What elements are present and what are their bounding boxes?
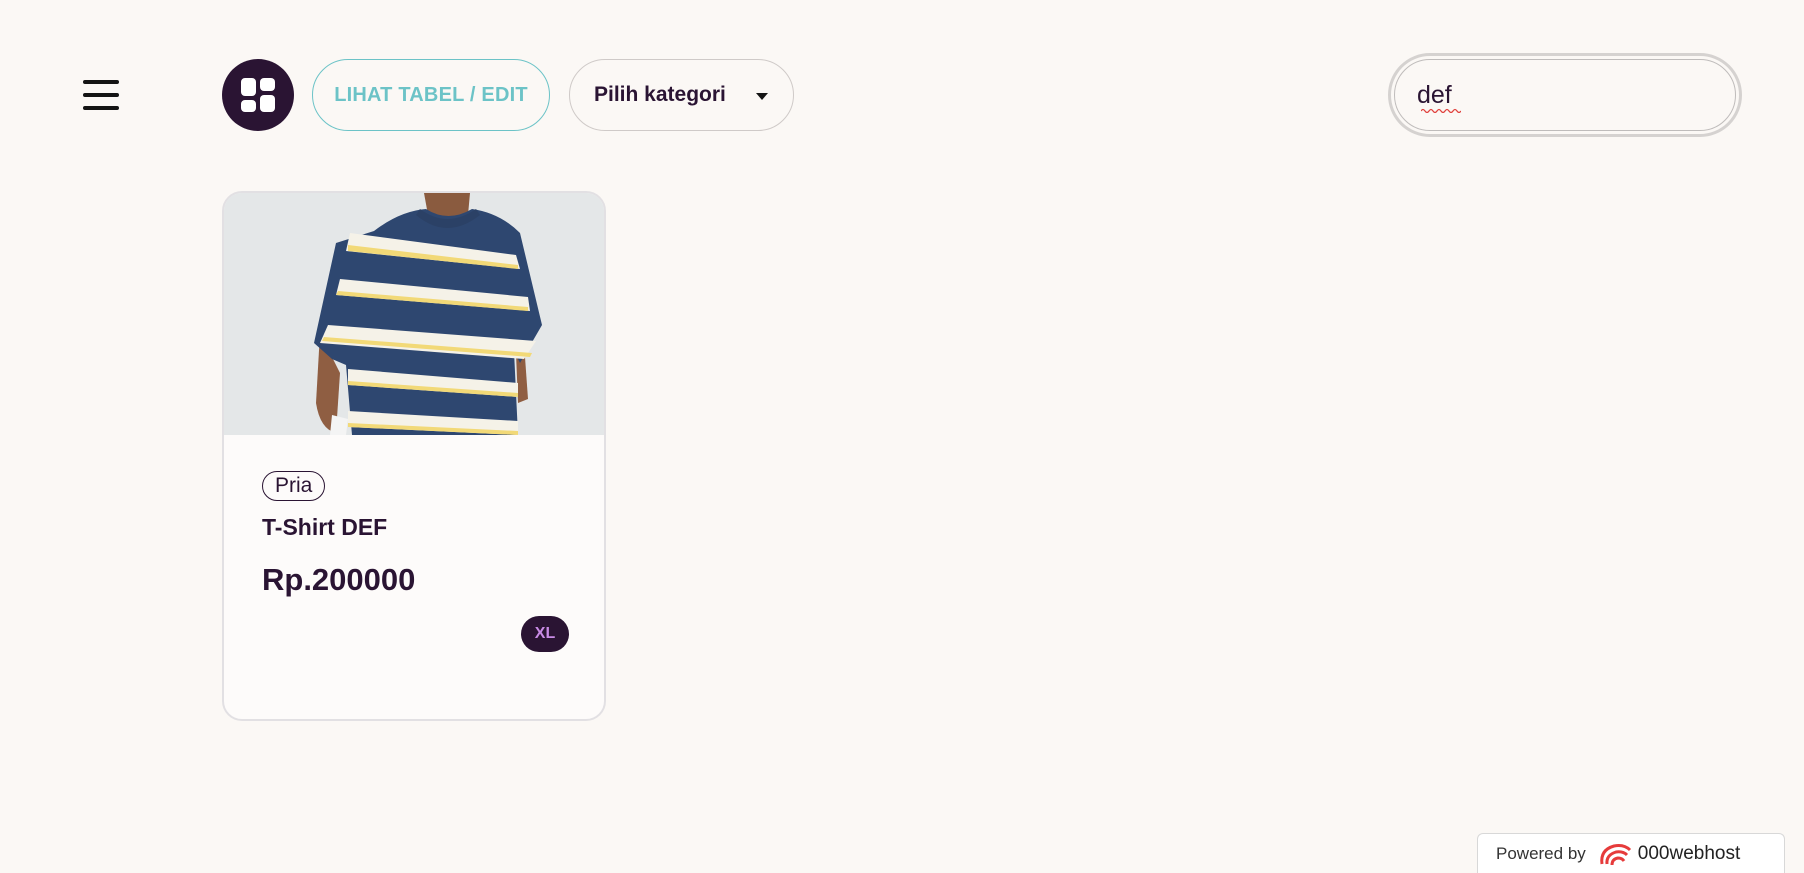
view-table-edit-button[interactable]: LIHAT TABEL / EDIT <box>312 59 550 131</box>
000webhost-brand: 000webhost <box>1637 842 1741 864</box>
spellcheck-underline <box>1421 108 1461 113</box>
caret-down-icon <box>756 93 768 100</box>
grid-view-icon <box>241 78 275 112</box>
product-image <box>224 193 604 435</box>
hamburger-line <box>83 93 119 97</box>
hamburger-line <box>83 106 119 110</box>
category-select-value: Pilih kategori <box>594 83 726 106</box>
search-input[interactable] <box>1394 59 1736 131</box>
search-box <box>1388 53 1742 137</box>
category-tag: Pria <box>262 471 326 501</box>
000webhost-logo-icon <box>1600 843 1631 865</box>
hamburger-line <box>83 80 119 84</box>
product-name: T-Shirt DEF <box>262 514 388 540</box>
category-select[interactable]: Pilih kategori <box>569 59 794 131</box>
hamburger-menu-icon[interactable] <box>83 80 121 110</box>
powered-by-text: Powered by <box>1496 843 1586 863</box>
product-card[interactable]: Pria T-Shirt DEF Rp.200000 XL <box>222 191 606 721</box>
product-price: Rp.200000 <box>262 562 416 597</box>
grid-view-button[interactable] <box>222 59 294 131</box>
size-badge: XL <box>521 616 569 652</box>
powered-by-badge[interactable]: Powered by 000webhost <box>1477 833 1785 873</box>
